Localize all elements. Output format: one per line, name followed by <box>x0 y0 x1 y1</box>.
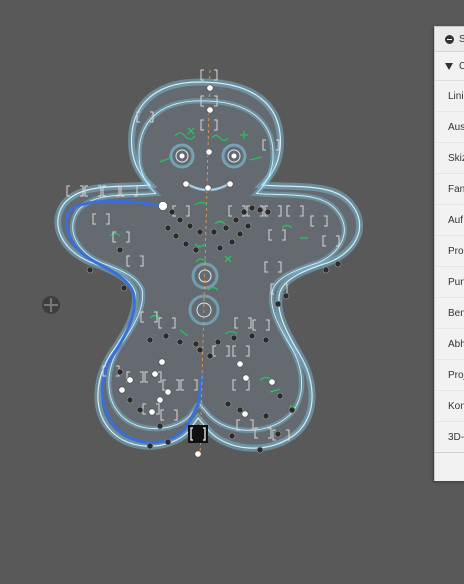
browser-item-label: Pun <box>448 276 464 288</box>
browser-item-label: Ben <box>448 307 464 319</box>
browser-item[interactable]: Aus <box>435 112 464 143</box>
browser-item[interactable]: Pro <box>435 236 464 267</box>
browser-item-label: Kon <box>448 400 464 412</box>
browser-item-label: Aus <box>448 121 464 133</box>
browser-item[interactable]: Skiz <box>435 143 464 174</box>
browser-item[interactable]: Auf <box>435 205 464 236</box>
origin-icon[interactable] <box>42 296 60 314</box>
browser-panel: S C Lini Aus Skiz Fan Auf Pro Pun Ben Ab… <box>434 26 464 481</box>
browser-item-label: Proj <box>448 369 464 381</box>
browser-item-label: 3D- <box>448 431 464 443</box>
browser-item-label: Pro <box>448 245 464 257</box>
browser-section-label: C <box>459 61 464 72</box>
browser-section[interactable]: C <box>435 52 464 81</box>
browser-item[interactable]: Lini <box>435 81 464 112</box>
collapse-icon[interactable] <box>445 34 454 44</box>
browser-item-label: Fan <box>448 183 464 195</box>
sketch-canvas[interactable] <box>0 0 464 584</box>
browser-item[interactable]: Fan <box>435 174 464 205</box>
browser-item[interactable]: Abh <box>435 329 464 360</box>
browser-header-label: S <box>459 34 464 45</box>
selected-constraint-box[interactable] <box>188 425 208 443</box>
browser-header[interactable]: S <box>435 27 464 52</box>
browser-item[interactable]: Proj <box>435 360 464 391</box>
browser-item-label: Auf <box>448 214 464 226</box>
browser-item[interactable]: Ben <box>435 298 464 329</box>
browser-item-label: Skiz <box>448 152 464 164</box>
browser-item[interactable]: Kon <box>435 391 464 422</box>
expand-triangle-icon[interactable] <box>445 62 453 70</box>
browser-item[interactable]: 3D- <box>435 422 464 453</box>
browser-item-label: Abh <box>448 338 464 350</box>
browser-item-label: Lini <box>448 90 464 102</box>
browser-item[interactable]: Pun <box>435 267 464 298</box>
